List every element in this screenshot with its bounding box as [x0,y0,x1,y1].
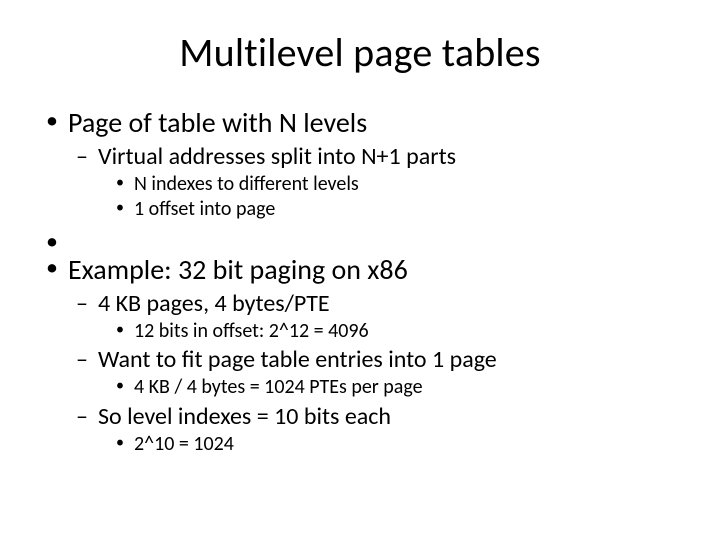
bullet-l3: 1 offset into page [112,197,680,221]
bullet-text: 12 bits in offset: 2^12 = 4096 [134,319,369,343]
bullet-list: Page of table with N levels Virtual addr… [40,105,680,456]
bullet-l1: Page of table with N levels Virtual addr… [40,105,680,222]
bullet-l3: 2^10 = 1024 [112,432,680,456]
bullet-text: Want to fit page table entries into 1 pa… [98,345,497,374]
bullet-list-l2: 4 KB pages, 4 bytes/PTE 12 bits in offse… [68,289,680,456]
spacer [40,226,680,248]
bullet-l3: 12 bits in offset: 2^12 = 4096 [112,319,680,343]
bullet-text: Example: 32 bit paging on x86 [68,252,408,287]
bullet-list-l3: 4 KB / 4 bytes = 1024 PTEs per page [98,375,680,399]
slide-title: Multilevel page tables [40,28,680,77]
bullet-text: N indexes to different levels [134,172,359,196]
bullet-l2: 4 KB pages, 4 bytes/PTE 12 bits in offse… [72,289,680,343]
bullet-text: Virtual addresses split into N+1 parts [98,142,456,171]
bullet-text: 4 KB pages, 4 bytes/PTE [98,289,330,318]
bullet-list-l3: 12 bits in offset: 2^12 = 4096 [98,319,680,343]
bullet-l3: 4 KB / 4 bytes = 1024 PTEs per page [112,375,680,399]
bullet-text: 4 KB / 4 bytes = 1024 PTEs per page [134,375,423,399]
bullet-text: 1 offset into page [134,197,275,221]
bullet-l1: Example: 32 bit paging on x86 4 KB pages… [40,252,680,456]
bullet-text: 2^10 = 1024 [134,432,234,456]
bullet-l2: Want to fit page table entries into 1 pa… [72,345,680,399]
bullet-list-l2: Virtual addresses split into N+1 parts N… [68,142,680,222]
bullet-text: So level indexes = 10 bits each [98,402,391,431]
bullet-list-l3: N indexes to different levels 1 offset i… [98,172,680,222]
bullet-l3: N indexes to different levels [112,172,680,196]
bullet-l2: Virtual addresses split into N+1 parts N… [72,142,680,222]
bullet-list-l3: 2^10 = 1024 [98,432,680,456]
bullet-l2: So level indexes = 10 bits each 2^10 = 1… [72,402,680,456]
slide: Multilevel page tables Page of table wit… [0,0,720,540]
bullet-text: Page of table with N levels [68,105,367,140]
